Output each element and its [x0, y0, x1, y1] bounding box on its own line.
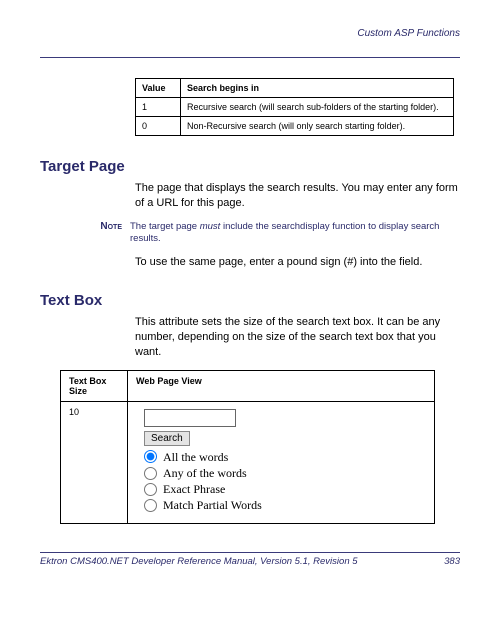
value-cell: 0	[136, 117, 181, 136]
radio-option[interactable]: Any of the words	[144, 465, 426, 481]
note-label: Note	[40, 221, 130, 232]
radio-option[interactable]: Exact Phrase	[144, 481, 426, 497]
text-box-p1: This attribute sets the size of the sear…	[135, 315, 460, 360]
note-row: Note The target page must include the se…	[40, 221, 460, 246]
search-widget: Search All the words Any of the words Ex…	[136, 407, 426, 518]
textbox-table-head-size: Text Box Size	[61, 370, 128, 401]
textbox-table-head-view: Web Page View	[128, 370, 435, 401]
radio-label: Exact Phrase	[163, 481, 225, 497]
table-row: 0 Non-Recursive search (will only search…	[136, 117, 454, 136]
note-text-pre: The target page	[130, 221, 200, 232]
textbox-table: Text Box Size Web Page View 10 Search Al…	[60, 370, 435, 524]
search-button[interactable]: Search	[144, 431, 190, 446]
value-table-head-value: Value	[136, 79, 181, 98]
footer-right: 383	[444, 556, 460, 567]
table-row: 10 Search All the words Any of the words	[61, 401, 435, 523]
radio-label: All the words	[163, 449, 228, 465]
target-page-p2: To use the same page, enter a pound sign…	[135, 255, 460, 270]
textbox-size-cell: 10	[61, 401, 128, 523]
radio-label: Any of the words	[163, 465, 247, 481]
value-cell: 1	[136, 98, 181, 117]
value-table-head-desc: Search begins in	[181, 79, 454, 98]
radio-input[interactable]	[144, 499, 157, 512]
radio-option[interactable]: Match Partial Words	[144, 497, 426, 513]
desc-cell: Non-Recursive search (will only search s…	[181, 117, 454, 136]
footer: Ektron CMS400.NET Developer Reference Ma…	[40, 552, 460, 567]
header-rule	[40, 57, 460, 58]
value-table: Value Search begins in 1 Recursive searc…	[135, 78, 454, 136]
heading-text-box: Text Box	[40, 292, 460, 309]
radio-label: Match Partial Words	[163, 497, 262, 513]
search-input[interactable]	[144, 409, 236, 427]
header-section: Custom ASP Functions	[40, 28, 460, 39]
footer-left: Ektron CMS400.NET Developer Reference Ma…	[40, 556, 358, 567]
radio-input[interactable]	[144, 450, 157, 463]
radio-input[interactable]	[144, 483, 157, 496]
target-page-p1: The page that displays the search result…	[135, 181, 460, 211]
radio-input[interactable]	[144, 467, 157, 480]
note-text-em: must	[200, 221, 221, 232]
table-row: 1 Recursive search (will search sub-fold…	[136, 98, 454, 117]
desc-cell: Recursive search (will search sub-folder…	[181, 98, 454, 117]
radio-option[interactable]: All the words	[144, 449, 426, 465]
note-text: The target page must include the searchd…	[130, 221, 460, 246]
heading-target-page: Target Page	[40, 158, 460, 175]
textbox-view-cell: Search All the words Any of the words Ex…	[128, 401, 435, 523]
